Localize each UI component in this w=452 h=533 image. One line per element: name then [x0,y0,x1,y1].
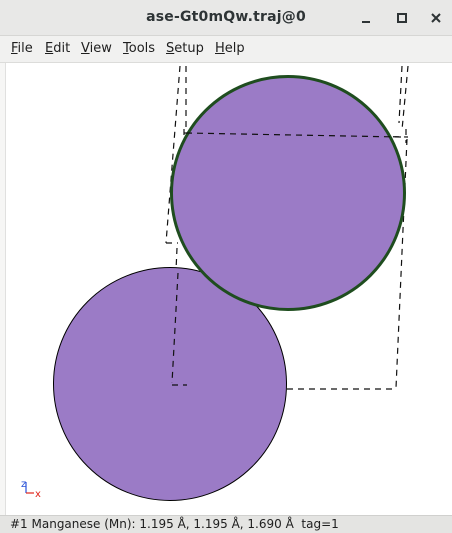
maximize-icon [397,13,407,23]
maximize-button[interactable] [391,7,413,29]
close-button[interactable] [425,7,447,29]
minimize-button[interactable] [355,7,377,29]
axes-indicator: z x [21,479,41,500]
x-axis-label: x [35,489,41,500]
structure-view[interactable]: z x [6,63,452,515]
status-bar: #1 Manganese (Mn): 1.195 Å, 1.195 Å, 1.6… [0,515,452,533]
cell-edge [401,65,409,131]
title-bar[interactable]: ase-Gt0mQw.traj@0 [0,0,452,36]
structure-canvas[interactable]: z x [6,63,452,515]
menu-view[interactable]: View [81,41,112,56]
cell-edge [398,65,403,124]
status-text: #1 Manganese (Mn): 1.195 Å, 1.195 Å, 1.6… [10,517,339,531]
close-icon [431,13,441,23]
menu-file[interactable]: File [11,41,33,56]
menu-bar: File Edit View Tools Setup Help [0,36,452,63]
atom-1-mn-selected[interactable] [170,75,406,311]
ase-gui-window: ase-Gt0mQw.traj@0 File Edit View Tools S… [0,0,452,533]
menu-setup[interactable]: Setup [166,41,204,56]
menu-edit[interactable]: Edit [45,41,70,56]
menu-tools[interactable]: Tools [123,41,155,56]
minimize-icon [362,21,370,23]
menu-help[interactable]: Help [215,41,245,56]
window-title: ase-Gt0mQw.traj@0 [146,9,306,25]
z-axis-label: z [21,479,26,490]
